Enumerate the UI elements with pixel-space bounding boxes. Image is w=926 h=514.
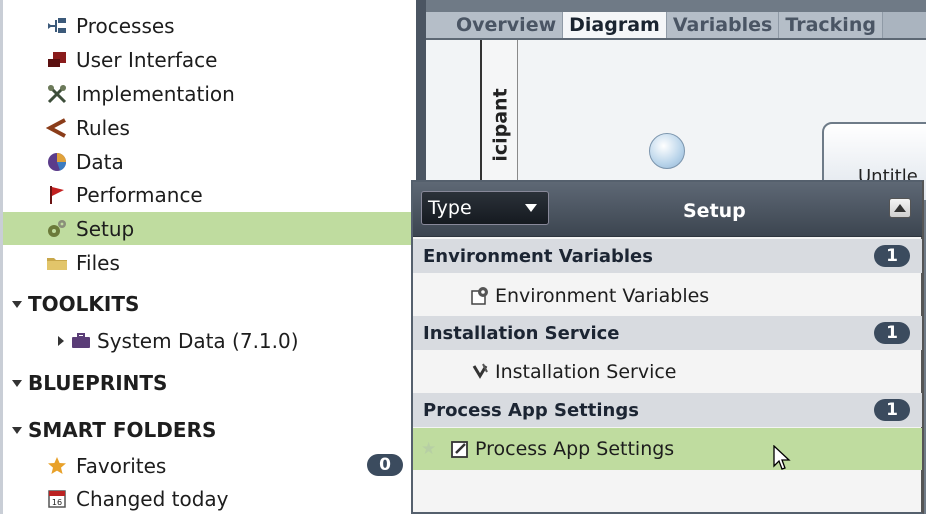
tree-item-label: Files [76,250,120,275]
chevron-down-icon [525,204,537,212]
group-label: Environment Variables [423,245,653,267]
tab-tracking[interactable]: Tracking [779,12,883,38]
performance-flag-icon [46,184,68,206]
section-label: BLUEPRINTS [28,371,168,395]
library-tree: Processes User Interface Implementation … [0,0,416,514]
mouse-pointer-icon [773,445,791,470]
item-installation-service[interactable]: Installation Service [413,351,922,393]
calendar-icon: 16 [46,488,68,510]
tree-item-label: Setup [76,216,135,241]
user-interface-icon [46,49,68,71]
popup-title: Setup [683,200,746,222]
toolkit-item-system-data[interactable]: System Data (7.1.0) [58,329,299,353]
pool-header [426,40,482,188]
star-icon [46,455,68,477]
tree-item-data[interactable]: Data [3,145,411,178]
chevron-up-icon [894,204,906,212]
installation-service-icon [469,361,491,383]
folder-icon [46,252,68,274]
tab-variables[interactable]: Variables [666,12,780,38]
tree-item-label: Implementation [76,81,235,106]
data-icon [46,151,68,173]
section-blueprints[interactable]: BLUEPRINTS [12,371,167,395]
expanded-triangle-icon [12,300,22,308]
item-process-app-settings[interactable]: ★ Process App Settings [413,428,922,470]
item-label: Installation Service [495,361,677,383]
setup-popup-panel: Type Setup Environment Variables 1 Envir… [411,180,924,514]
environment-variables-icon [469,285,491,307]
section-label: SMART FOLDERS [28,418,217,442]
smart-folder-label: Favorites [76,453,167,478]
implementation-icon [46,83,68,105]
tree-item-label: Data [76,149,124,174]
start-event[interactable] [649,133,685,169]
popup-header: Type Setup [413,182,922,237]
section-smart-folders[interactable]: SMART FOLDERS [12,418,216,442]
svg-text:16: 16 [52,498,62,507]
group-count-badge: 1 [874,322,910,344]
application-window: Processes User Interface Implementation … [0,0,926,514]
collapsed-triangle-icon [58,336,64,346]
group-environment-variables: Environment Variables 1 [413,239,922,273]
tree-item-performance[interactable]: Performance [3,178,411,211]
section-toolkits[interactable]: TOOLKITS [12,292,139,316]
tree-item-label: Rules [76,115,130,140]
group-label: Installation Service [423,322,620,344]
section-label: TOOLKITS [28,292,140,316]
favorite-star-icon[interactable]: ★ [421,439,439,459]
tree-item-setup[interactable]: Setup [3,212,411,245]
tree-item-rules[interactable]: Rules [3,111,411,144]
smart-folder-label: Changed today [76,486,229,511]
tree-item-implementation[interactable]: Implementation [3,77,411,110]
tree-item-label: Processes [76,13,175,38]
group-label: Process App Settings [423,399,639,421]
expanded-triangle-icon [12,379,22,387]
rules-icon [46,117,68,139]
smart-folder-favorites[interactable]: Favorites 0 [3,449,403,482]
smart-folder-changed-today[interactable]: 16 Changed today [3,482,411,514]
group-process-app-settings: Process App Settings 1 [413,393,922,427]
tree-item-label: Performance [76,182,203,207]
type-dropdown[interactable]: Type [421,191,549,225]
editor-tab-strip: Overview Diagram Variables Tracking [426,12,926,38]
tab-diagram[interactable]: Diagram [563,12,667,38]
tree-item-files[interactable]: Files [3,246,411,279]
type-dropdown-label: Type [428,197,472,219]
toolkit-briefcase-icon [71,333,91,349]
item-environment-variables[interactable]: Environment Variables [413,275,922,317]
lane-label-text: icipant [490,88,513,162]
expanded-triangle-icon [12,426,22,434]
group-count-badge: 1 [874,245,910,267]
process-app-settings-icon [449,438,471,460]
setup-gears-icon [46,218,68,240]
lane-label: icipant [486,70,516,180]
tree-item-processes[interactable]: Processes [3,9,411,42]
favorites-count-badge: 0 [367,454,403,476]
group-count-badge: 1 [874,399,910,421]
tree-item-user-interface[interactable]: User Interface [3,43,411,76]
collapse-button[interactable] [889,198,911,218]
item-label: Environment Variables [495,285,710,307]
toolkit-item-label: System Data (7.1.0) [97,329,299,353]
group-installation-service: Installation Service 1 [413,316,922,350]
tree-item-label: User Interface [76,47,218,72]
processes-icon [46,15,68,37]
item-label: Process App Settings [475,438,675,460]
tab-overview[interactable]: Overview [426,12,564,38]
